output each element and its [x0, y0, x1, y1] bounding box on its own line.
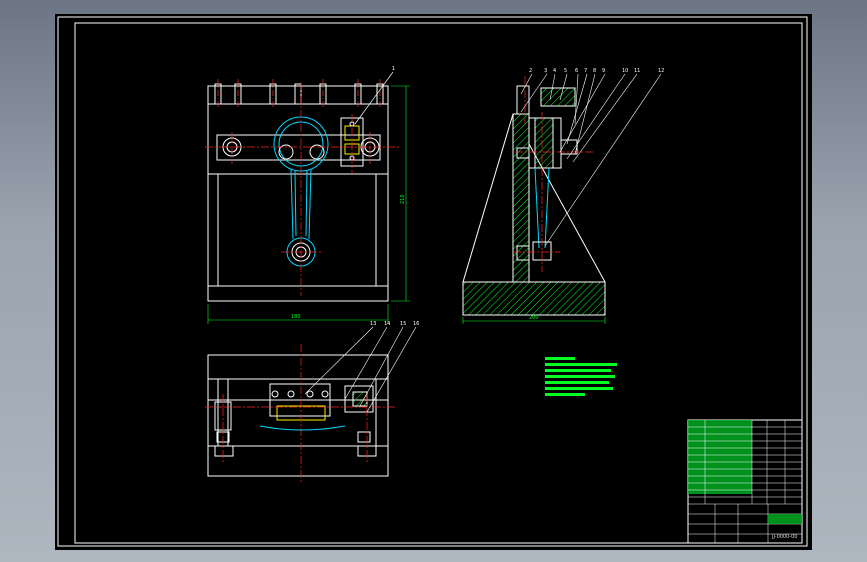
side-balloon-8: 9	[602, 68, 605, 74]
side-balloon-2: 3	[544, 68, 547, 74]
plan-view: 13 14 15 16	[205, 321, 419, 484]
technical-notes	[545, 357, 617, 396]
side-balloon-9: 10	[622, 68, 628, 74]
side-balloon-6: 7	[584, 68, 587, 74]
side-base-dim: 200	[529, 315, 539, 321]
front-height-dim: 210	[400, 194, 406, 204]
side-balloon-3: 4	[553, 68, 556, 74]
title-block: JJ-0000-00	[687, 419, 803, 544]
plan-balloon-3: 15	[400, 321, 406, 327]
side-balloon-4: 5	[564, 68, 567, 74]
side-balloon-10: 11	[634, 68, 640, 74]
front-view-balloon: 1	[392, 66, 395, 72]
side-balloon-5: 6	[575, 68, 578, 74]
side-balloon-11: 12	[658, 68, 664, 74]
plan-balloon-2: 14	[384, 321, 390, 327]
side-balloon-7: 8	[593, 68, 596, 74]
side-balloon-1: 2	[529, 68, 532, 74]
drawing-number: JJ-0000-00	[771, 534, 797, 540]
side-view: 2 3 4 5 6 7 8 9 10 11 12 200	[462, 68, 664, 324]
plan-balloon-4: 16	[413, 321, 419, 327]
plan-balloon-1: 13	[370, 321, 376, 327]
front-view: 1 210 180	[205, 66, 410, 324]
cad-viewport[interactable]: 1 210 180 2 3 4 5 6 7 8 9 10 11 12 200 1…	[55, 14, 812, 550]
front-width-dim: 180	[291, 314, 301, 320]
assembly-drawing: 1 210 180 2 3 4 5 6 7 8 9 10 11 12 200 1…	[57, 16, 808, 547]
